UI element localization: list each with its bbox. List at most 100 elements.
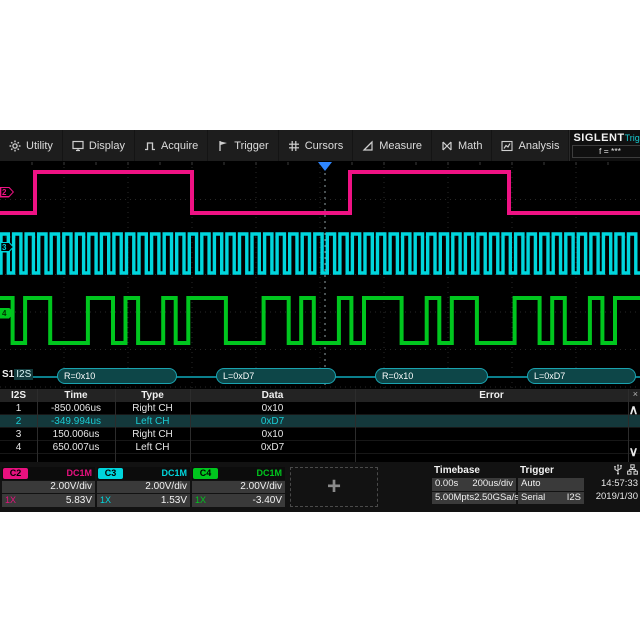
menu-bar: Utility Display Acquire Trigger Cursors Measu…	[0, 130, 640, 161]
trigger-flag-icon	[217, 140, 229, 152]
lan-icon	[627, 464, 638, 480]
plus-icon: +	[326, 473, 341, 500]
channel-coupling: DC1M	[66, 468, 92, 479]
page: { "menu": { "items": [ {"label":"Utility…	[0, 0, 640, 640]
table-cell	[355, 428, 628, 440]
menu-items: Utility Display Acquire Trigger Cursors Measu…	[0, 130, 570, 161]
menu-item-label: Trigger	[234, 139, 269, 152]
menu-item-trigger[interactable]: Trigger	[208, 130, 279, 161]
bus-frame-value: L=0xD7	[223, 371, 255, 381]
trigger-type: Serial	[521, 491, 546, 503]
channel-probe: 1X	[195, 495, 207, 506]
menu-item-cursors[interactable]: Cursors	[279, 130, 354, 161]
channel-offset: 5.83V	[65, 494, 92, 506]
table-cell: Left CH	[135, 415, 170, 427]
bus-decoded-frame: L=0xD7	[216, 368, 336, 384]
table-row[interactable]: 3 150.006us Right CH 0x10	[0, 428, 640, 441]
table-header-time: Time	[64, 390, 88, 401]
table-cell	[355, 402, 628, 414]
close-icon[interactable]: ×	[633, 389, 638, 399]
scroll-down-icon[interactable]: ∨	[627, 445, 640, 459]
table-column-divider	[37, 389, 38, 462]
analysis-icon	[501, 140, 514, 152]
table-header-data: Data	[261, 390, 284, 401]
timebase-title: Timebase	[434, 465, 480, 476]
timebase-samplerate: 2.50GSa/s	[474, 491, 519, 503]
channel-row-bottom: 1X 1.53V	[97, 494, 190, 507]
brand-logo: SIGLENT	[573, 132, 625, 144]
menu-item-math[interactable]: Math	[432, 130, 493, 161]
table-cell: Left CH	[135, 441, 170, 453]
bus-protocol: I2S	[14, 369, 34, 380]
oscilloscope-screen: Utility Display Acquire Trigger Cursors Measu…	[0, 130, 640, 512]
timebase-delay: 0.00s	[435, 478, 459, 489]
menu-item-label: Display	[88, 139, 125, 152]
channel-probe: 1X	[5, 495, 17, 506]
table-header-error: Error	[479, 390, 504, 401]
channel-probe: 1X	[100, 495, 112, 506]
channel-descriptor-c4[interactable]: C4 DC1M 2.00V/div 1X -3.40V	[192, 467, 285, 507]
menu-item-measure[interactable]: Measure	[353, 130, 433, 161]
timebase-memory: 5.00Mpts	[435, 491, 475, 503]
channel-descriptor-c3[interactable]: C3 DC1M 2.00V/div 1X 1.53V	[97, 467, 190, 507]
acquire-icon	[144, 140, 156, 152]
clock-time: 14:57:33	[601, 478, 638, 489]
table-cell: Right CH	[132, 428, 173, 440]
channel-row-top: C4 DC1M	[192, 467, 285, 480]
table-cell: 4	[15, 441, 22, 453]
table-cell: -349.994us	[50, 415, 102, 427]
timebase-scale: 200us/div	[472, 478, 513, 489]
trigger-title: Trigger	[520, 465, 554, 476]
menu-item-utility[interactable]: Utility	[0, 130, 63, 161]
channel-row-top: C2 DC1M	[2, 467, 95, 480]
table-header-i2s: I2S	[10, 390, 26, 401]
table-row[interactable]: 1 -850.006us Right CH 0x10	[0, 402, 640, 415]
channel-coupling: DC1M	[256, 468, 282, 479]
status-bar: C2 DC1M 2.00V/div 1X 5.83V C3 DC1M 2.00V/div 1X 1…	[0, 462, 640, 512]
marker-label: 3	[2, 242, 7, 252]
channel-scale: 2.00V/div	[192, 480, 285, 493]
channel-coupling: DC1M	[161, 468, 187, 479]
timebase-panel[interactable]: Timebase 0.00s 200us/div 5.00Mpts 2.50GS…	[432, 465, 519, 504]
table-cell: 0xD7	[260, 441, 285, 453]
menu-item-label: Math	[458, 139, 483, 152]
table-cell: -850.006us	[50, 402, 102, 414]
scroll-up-icon[interactable]: ∧	[627, 403, 640, 417]
table-column-divider	[190, 389, 191, 462]
table-cell: 1	[15, 402, 22, 414]
table-cell: 3	[15, 428, 22, 440]
channel-row-top: C3 DC1M	[97, 467, 190, 480]
channel-scale: 2.00V/div	[2, 480, 95, 493]
gear-icon	[9, 140, 21, 152]
datetime-panel: 14:57:33 2019/1/30	[586, 463, 638, 503]
menu-item-label: Utility	[26, 139, 53, 152]
menu-item-label: Acquire	[160, 139, 199, 152]
trigger-panel[interactable]: Trigger Auto Serial I2S	[518, 465, 584, 504]
trigger-position-marker[interactable]	[318, 162, 332, 171]
menu-item-label: Analysis	[518, 139, 560, 152]
bus-source-label[interactable]: S1 I2S	[2, 369, 34, 380]
table-column-divider	[355, 389, 356, 462]
channel-offset: -3.40V	[252, 494, 282, 506]
table-row[interactable]: 2 -349.994us Left CH 0xD7	[0, 415, 640, 428]
channel-offset: 1.53V	[160, 494, 187, 506]
table-row[interactable]: 4 650.007us Left CH 0xD7	[0, 441, 640, 454]
table-header-type: Type	[141, 390, 164, 401]
table-rows: 1 -850.006us Right CH 0x10 2 -349.994us Left C…	[0, 402, 640, 454]
menu-item-display[interactable]: Display	[63, 130, 135, 161]
table-cell: 650.007us	[52, 441, 100, 453]
math-icon	[441, 140, 453, 152]
add-channel-button[interactable]: +	[290, 467, 378, 507]
clock-date: 2019/1/30	[595, 490, 638, 502]
bus-decoded-frame: R=0x10	[375, 368, 488, 384]
channel-badge: C3	[98, 467, 123, 479]
bus-frame-value: R=0x10	[64, 371, 96, 381]
menu-item-acquire[interactable]: Acquire	[135, 130, 209, 161]
bus-source: S1	[2, 369, 15, 380]
channel-row-bottom: 1X 5.83V	[2, 494, 95, 507]
menu-item-analysis[interactable]: Analysis	[492, 130, 570, 161]
display-icon	[72, 140, 84, 152]
channel-descriptor-c2[interactable]: C2 DC1M 2.00V/div 1X 5.83V	[2, 467, 95, 507]
usb-icon	[613, 463, 623, 480]
bus-decoded-frame: L=0xD7	[527, 368, 636, 384]
